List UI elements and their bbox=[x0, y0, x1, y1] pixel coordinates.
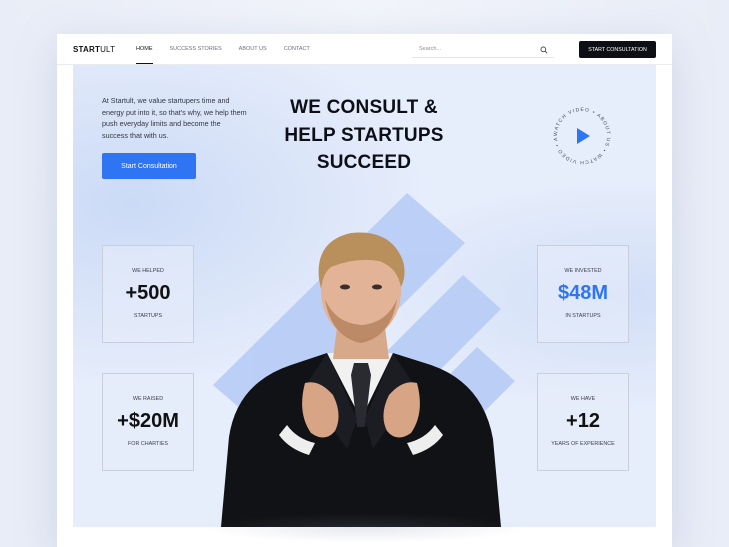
stat-label: WE INVESTED bbox=[564, 268, 602, 274]
frame-shadow bbox=[200, 513, 530, 543]
browser-frame: STARTULT HOME SUCCESS STORIES ABOUT US C… bbox=[57, 34, 672, 547]
stat-sublabel: YEARS OF EXPERIENCE bbox=[551, 441, 615, 447]
stat-value: +500 bbox=[125, 282, 171, 304]
search-icon[interactable] bbox=[540, 46, 548, 54]
stat-value: +12 bbox=[566, 410, 600, 432]
stat-card-invested: WE INVESTED $48M IN STARTUPS bbox=[537, 245, 629, 343]
stat-label: WE HAVE bbox=[570, 396, 596, 402]
stat-value: $48M bbox=[557, 282, 609, 304]
nav-item-about-us[interactable]: ABOUT US bbox=[239, 46, 267, 52]
video-ring: WATCH VIDEO • ABOUT US • WATCH VIDEO • A… bbox=[548, 102, 610, 165]
stat-card-startups: WE HELPED +500 STARTUPS bbox=[102, 245, 194, 343]
hero-section: At Startult, we value startupers time an… bbox=[73, 65, 656, 527]
businessman-photo bbox=[221, 232, 501, 527]
play-icon bbox=[577, 128, 590, 144]
logo[interactable]: STARTULT bbox=[73, 45, 115, 54]
hero-headline: WE CONSULT & HELP STARTUPS SUCCEED bbox=[256, 94, 472, 177]
stat-sublabel: IN STARTUPS bbox=[565, 313, 601, 319]
stat-sublabel: FOR CHARTIES bbox=[127, 441, 169, 447]
nav-item-contact[interactable]: CONTACT bbox=[284, 46, 310, 52]
nav-item-home[interactable]: HOME bbox=[136, 46, 153, 64]
headline-line-2: HELP STARTUPS bbox=[284, 124, 444, 146]
top-navigation: STARTULT HOME SUCCESS STORIES ABOUT US C… bbox=[57, 34, 672, 65]
logo-light-text: ULT bbox=[100, 45, 116, 54]
headline-line-3: SUCCEED bbox=[316, 152, 412, 173]
start-consultation-button[interactable]: Start Consultation bbox=[102, 153, 196, 179]
stat-value: +$20M bbox=[117, 410, 179, 432]
nav-item-success-stories[interactable]: SUCCESS STORIES bbox=[170, 46, 222, 52]
stat-label: WE RAISED bbox=[132, 396, 164, 402]
start-consultation-nav-button[interactable]: START CONSULTATION bbox=[579, 41, 656, 58]
stat-sublabel: STARTUPS bbox=[133, 313, 163, 319]
stat-card-raised: WE RAISED +$20M FOR CHARTIES bbox=[102, 373, 194, 471]
watch-video-button[interactable]: WATCH VIDEO • ABOUT US • WATCH VIDEO • A… bbox=[548, 102, 616, 170]
stat-card-experience: WE HAVE +12 YEARS OF EXPERIENCE bbox=[537, 373, 629, 471]
hero-intro-text: At Startult, we value startupers time an… bbox=[102, 96, 247, 140]
logo-bold-text: START bbox=[73, 45, 101, 54]
headline-line-1: WE CONSULT & bbox=[290, 97, 438, 118]
search-bar bbox=[412, 42, 554, 58]
stat-label: WE HELPED bbox=[132, 268, 164, 274]
nav-menu: HOME SUCCESS STORIES ABOUT US CONTACT bbox=[136, 46, 327, 64]
search-input[interactable] bbox=[419, 46, 529, 52]
